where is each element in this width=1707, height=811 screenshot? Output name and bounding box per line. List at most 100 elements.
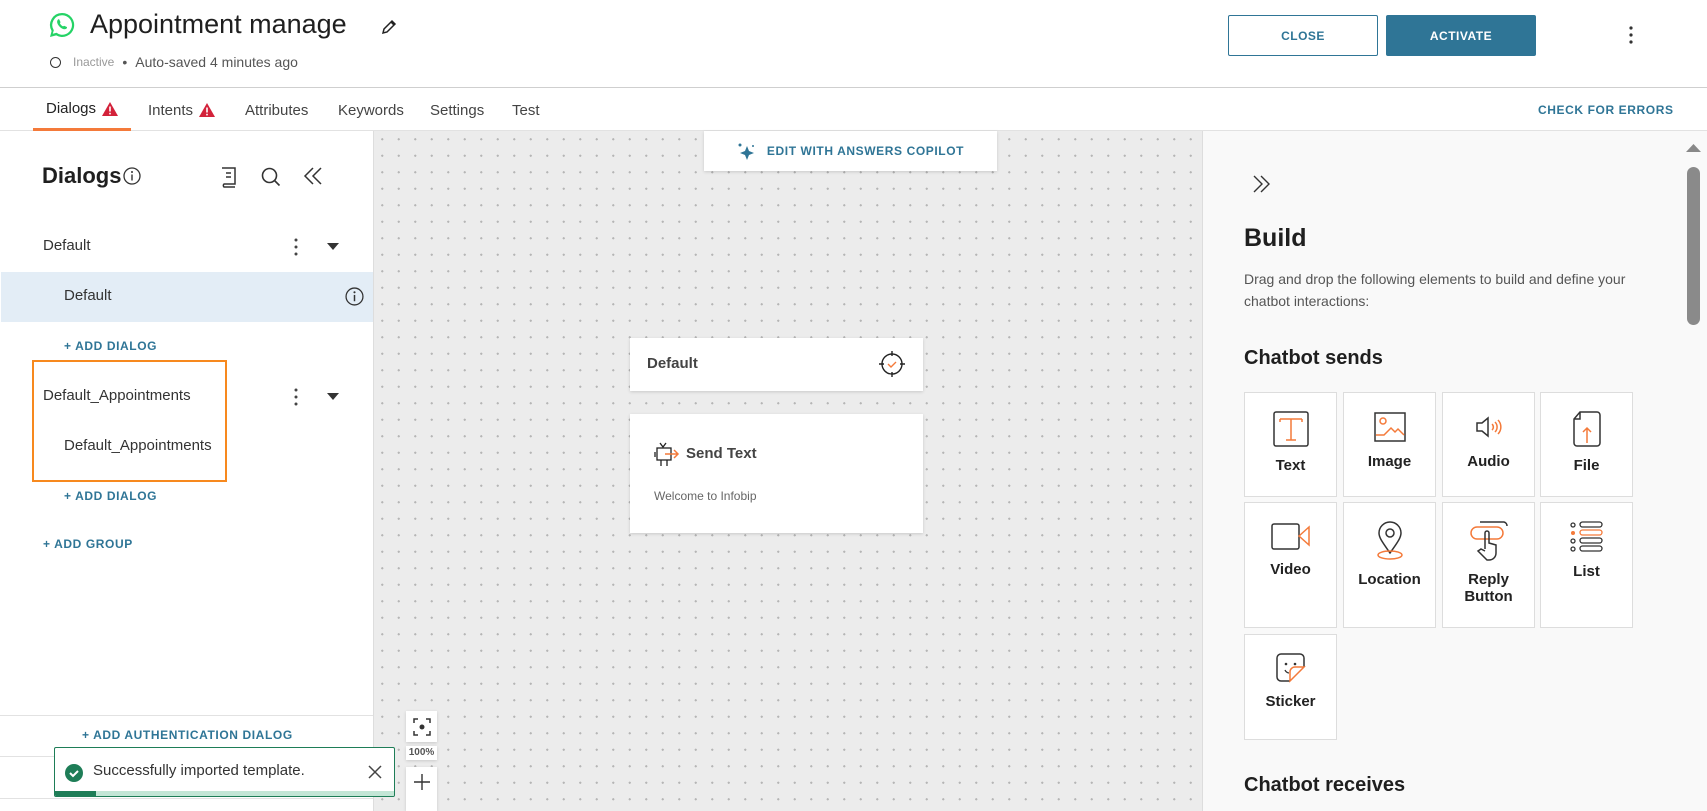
divider xyxy=(0,798,373,799)
info-icon[interactable] xyxy=(123,167,141,185)
reply-button-icon xyxy=(1469,521,1508,561)
message-preview: Welcome to Infobip xyxy=(654,489,757,503)
sparkle-icon xyxy=(738,143,754,160)
build-title: Build xyxy=(1244,224,1307,252)
warning-icon xyxy=(102,101,119,116)
tab-keywords[interactable]: Keywords xyxy=(338,89,404,131)
status-line: Inactive • Auto-saved 4 minutes ago xyxy=(50,54,298,70)
group-name[interactable]: Default_Appointments xyxy=(43,387,191,404)
focus-icon xyxy=(412,717,431,736)
close-button[interactable]: CLOSE xyxy=(1228,15,1378,56)
tab-label: Dialogs xyxy=(46,100,97,117)
send-text-card[interactable]: Send Text Welcome to Infobip xyxy=(630,414,923,533)
add-dialog-button[interactable]: + ADD DIALOG xyxy=(64,489,157,503)
group-menu-icon[interactable] xyxy=(293,388,299,406)
element-label: Reply Button xyxy=(1464,571,1513,605)
element-label: Text xyxy=(1275,457,1306,474)
zoom-in-button[interactable] xyxy=(406,767,437,811)
element-location[interactable]: Location xyxy=(1343,502,1436,628)
status-badge: Inactive xyxy=(73,55,115,69)
card-title: Send Text xyxy=(686,445,757,462)
inactive-status-icon xyxy=(50,56,61,68)
tab-bar: Dialogs Intents Attributes Keywords Sett… xyxy=(0,89,1707,131)
target-check-icon xyxy=(879,351,905,377)
element-label: List xyxy=(1573,563,1600,580)
edit-with-copilot-button[interactable]: EDIT WITH ANSWERS COPILOT xyxy=(704,131,997,171)
video-icon xyxy=(1270,523,1310,550)
element-image[interactable]: Image xyxy=(1343,392,1436,497)
autosave-text: Auto-saved 4 minutes ago xyxy=(135,54,298,70)
add-dialog-button[interactable]: + ADD DIALOG xyxy=(64,339,157,353)
sidebar-title: Dialogs xyxy=(42,163,122,188)
element-list[interactable]: List xyxy=(1540,502,1633,628)
zoom-level: 100% xyxy=(406,746,437,760)
toast-message: Successfully imported template. xyxy=(93,762,305,779)
element-label: Audio xyxy=(1467,453,1510,470)
info-icon[interactable] xyxy=(345,287,364,306)
element-label: Image xyxy=(1367,453,1412,470)
copilot-label: EDIT WITH ANSWERS COPILOT xyxy=(766,144,965,158)
scroll-up-arrow-icon[interactable] xyxy=(1686,144,1701,152)
element-label: File xyxy=(1573,457,1600,474)
tab-test[interactable]: Test xyxy=(512,89,540,131)
separator-dot: • xyxy=(122,54,128,70)
collapse-sidebar-icon[interactable] xyxy=(303,167,323,185)
page-title: Appointment manage xyxy=(90,9,347,39)
scrollbar-thumb[interactable] xyxy=(1687,167,1700,325)
chatbot-receives-title: Chatbot receives xyxy=(1244,774,1406,796)
check-for-errors-button[interactable]: CHECK FOR ERRORS xyxy=(1538,89,1674,131)
dialog-item-selected[interactable]: Default xyxy=(1,272,373,322)
book-icon[interactable] xyxy=(219,166,239,188)
image-icon xyxy=(1373,412,1406,442)
tab-settings[interactable]: Settings xyxy=(430,89,484,131)
add-authentication-dialog-button[interactable]: + ADD AUTHENTICATION DIALOG xyxy=(82,728,293,742)
dialog-name[interactable]: Default_Appointments xyxy=(64,437,212,454)
more-options-icon[interactable] xyxy=(1628,25,1634,45)
toast-progress-track xyxy=(55,791,394,796)
dialog-name: Default xyxy=(64,287,112,304)
tab-label: Intents xyxy=(148,101,194,119)
element-text[interactable]: Text xyxy=(1244,392,1337,497)
bot-send-icon xyxy=(654,442,680,466)
toast-progress-fill xyxy=(55,791,96,796)
close-icon[interactable] xyxy=(368,765,382,779)
expand-panel-icon[interactable] xyxy=(1252,175,1270,193)
divider xyxy=(0,715,373,716)
audio-icon xyxy=(1475,416,1502,438)
header: Appointment manage Inactive • Auto-saved… xyxy=(0,0,1707,88)
list-icon xyxy=(1569,521,1603,552)
plus-icon xyxy=(413,774,430,790)
fit-view-button[interactable] xyxy=(406,711,437,742)
tab-attributes[interactable]: Attributes xyxy=(245,89,308,131)
flow-canvas[interactable]: EDIT WITH ANSWERS COPILOT Default Send T… xyxy=(374,131,1202,811)
chevron-down-icon[interactable] xyxy=(327,243,339,250)
tab-dialogs[interactable]: Dialogs xyxy=(33,89,132,131)
file-icon xyxy=(1572,411,1601,447)
group-name[interactable]: Default xyxy=(43,237,91,254)
element-sticker[interactable]: Sticker xyxy=(1244,634,1337,740)
chevron-down-icon[interactable] xyxy=(327,393,339,400)
activate-button[interactable]: ACTIVATE xyxy=(1386,15,1536,56)
element-reply-button[interactable]: Reply Button xyxy=(1442,502,1535,628)
sticker-icon xyxy=(1275,653,1306,683)
element-audio[interactable]: Audio xyxy=(1442,392,1535,497)
card-title: Default xyxy=(647,355,698,372)
edit-pencil-icon[interactable] xyxy=(380,18,398,36)
search-icon[interactable] xyxy=(260,166,282,188)
start-dialog-card[interactable]: Default xyxy=(630,338,923,391)
element-video[interactable]: Video xyxy=(1244,502,1337,628)
element-label: Sticker xyxy=(1265,693,1316,710)
whatsapp-icon xyxy=(49,12,75,37)
element-label: Video xyxy=(1270,561,1311,578)
chatbot-sends-title: Chatbot sends xyxy=(1244,347,1383,369)
element-label: Location xyxy=(1358,571,1421,588)
warning-icon xyxy=(199,103,216,117)
tab-intents[interactable]: Intents xyxy=(148,89,216,131)
location-icon xyxy=(1376,521,1403,560)
highlight-box xyxy=(32,360,227,482)
add-group-button[interactable]: + ADD GROUP xyxy=(43,537,133,551)
element-file[interactable]: File xyxy=(1540,392,1633,497)
build-description: Drag and drop the following elements to … xyxy=(1244,271,1626,309)
success-toast: Successfully imported template. xyxy=(54,747,395,797)
group-menu-icon[interactable] xyxy=(293,238,299,256)
